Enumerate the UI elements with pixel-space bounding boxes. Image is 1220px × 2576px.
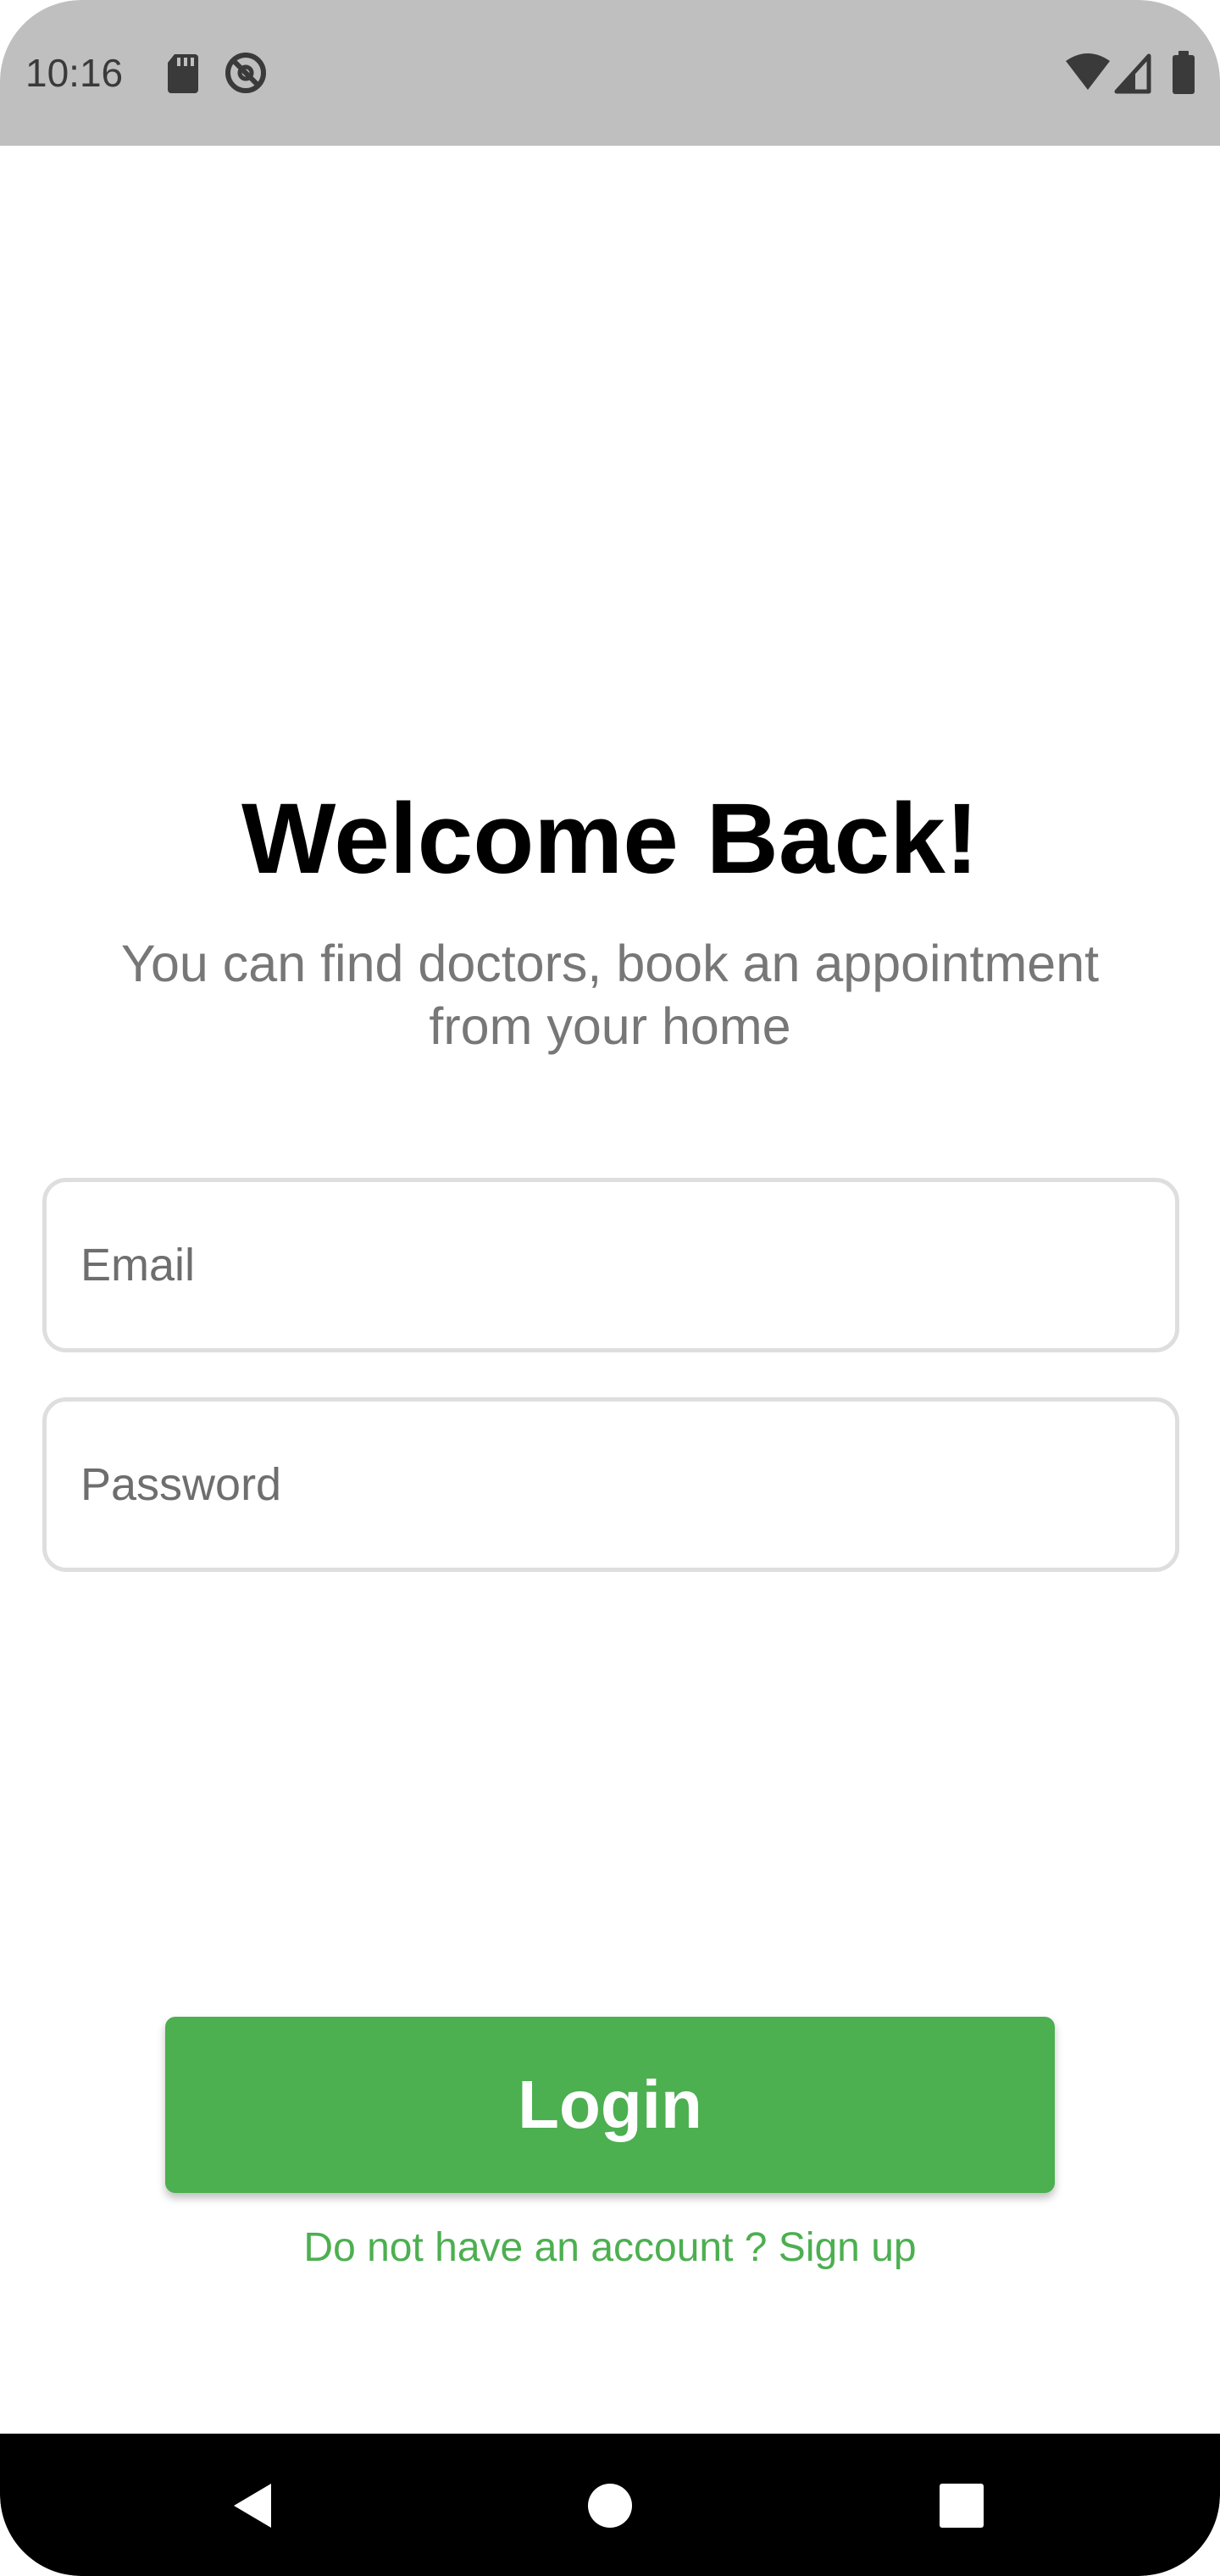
password-field-container[interactable] xyxy=(42,1397,1179,1572)
wifi-icon xyxy=(1064,49,1112,97)
navigation-bar xyxy=(0,2434,1220,2576)
do-not-disturb-icon xyxy=(222,49,269,97)
email-field[interactable] xyxy=(80,1182,1140,1348)
cellular-signal-icon xyxy=(1113,49,1152,97)
password-field[interactable] xyxy=(80,1402,1140,1568)
signup-link[interactable]: Do not have an account ? Sign up xyxy=(0,2218,1220,2278)
sd-card-icon xyxy=(164,49,202,97)
status-time: 10:16 xyxy=(25,51,124,95)
page-subtitle: You can find doctors, book an appointmen… xyxy=(120,935,1100,1055)
login-button[interactable]: Login xyxy=(165,2017,1055,2193)
home-icon[interactable] xyxy=(563,2459,657,2552)
page-title: Welcome Back! xyxy=(241,783,979,895)
email-field-container[interactable] xyxy=(42,1178,1179,1352)
back-icon[interactable] xyxy=(208,2459,301,2552)
battery-icon xyxy=(1171,49,1196,97)
login-screen: 10:16 Welcome Back! You can find doctors… xyxy=(0,0,1220,2576)
status-bar: 10:16 xyxy=(0,0,1220,146)
recents-icon[interactable] xyxy=(915,2459,1008,2552)
